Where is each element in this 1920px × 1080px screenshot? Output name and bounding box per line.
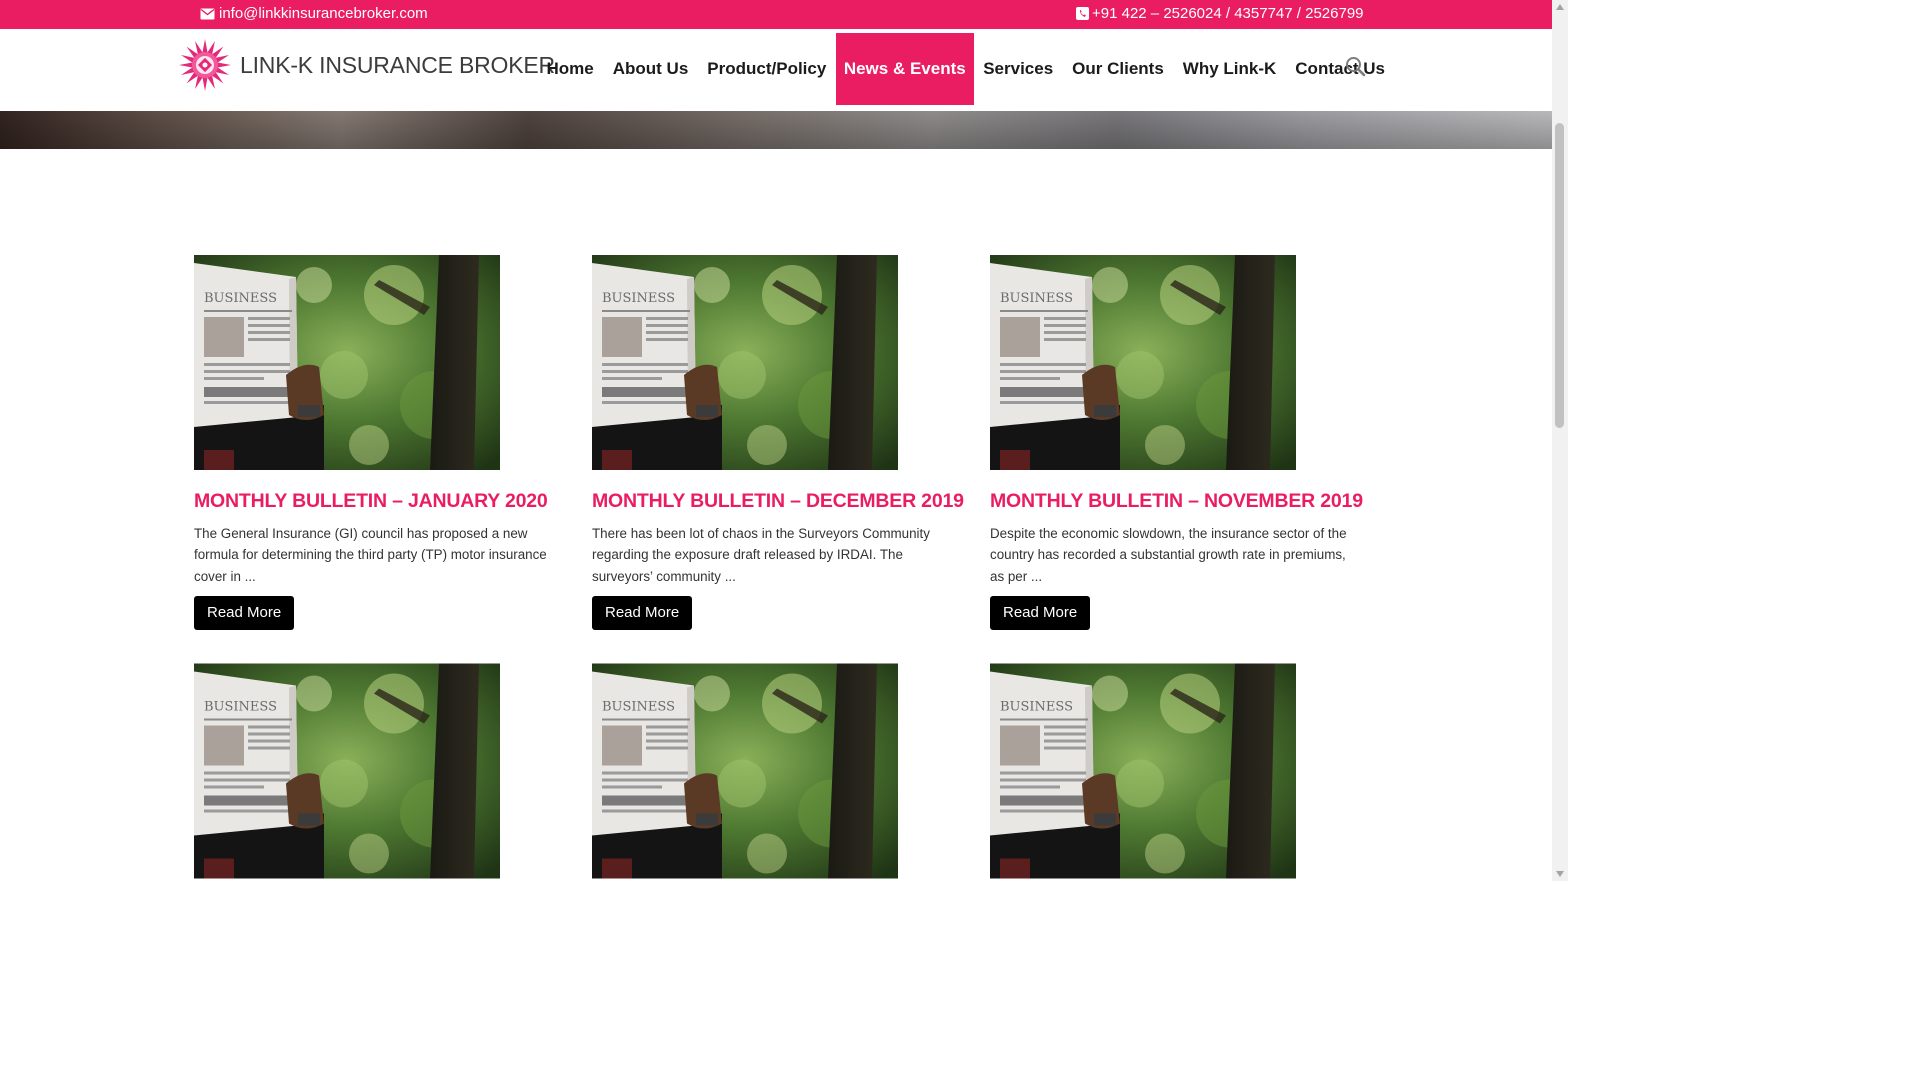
read-more-button[interactable]: Read More [990, 595, 1091, 630]
hero-banner-image [0, 111, 1552, 149]
post-thumbnail[interactable] [592, 663, 898, 879]
nav-why-link-k[interactable]: Why Link-K [1173, 33, 1286, 105]
nav-home[interactable]: Home [537, 33, 603, 105]
post-card [592, 663, 962, 879]
newspaper-image [592, 255, 898, 470]
newspaper-image [194, 663, 500, 879]
post-card [194, 663, 564, 879]
newspaper-image [990, 255, 1296, 470]
post-thumbnail[interactable] [194, 663, 500, 879]
contact-email[interactable]: info@linkkinsurancebroker.com [200, 5, 428, 22]
logo-flower-icon [179, 39, 231, 91]
scroll-down-arrow-icon[interactable] [1556, 871, 1564, 877]
hero-overlay [0, 111, 1552, 149]
phone-text[interactable]: +91 422 – 2526024 / 4357747 / 2526799 [1092, 5, 1364, 22]
post-thumbnail[interactable] [990, 255, 1296, 470]
scrollbar-thumb[interactable] [1555, 123, 1564, 428]
brand-name: LINK-K INSURANCE BROKER [240, 51, 555, 78]
post-thumbnail[interactable] [990, 663, 1296, 879]
post-excerpt: The General Insurance (GI) council has p… [194, 526, 547, 584]
nav-about-us[interactable]: About Us [603, 33, 698, 105]
nav-product-policy[interactable]: Product/Policy [698, 33, 836, 105]
email-text[interactable]: info@linkkinsurancebroker.com [219, 5, 428, 22]
scroll-up-arrow-icon[interactable] [1556, 4, 1564, 10]
site-logo[interactable]: LINK-K INSURANCE BROKER [178, 38, 555, 92]
post-title[interactable]: MONTHLY BULLETIN – NOVEMBER 2019 [990, 490, 1363, 513]
contact-phone[interactable]: +91 422 – 2526024 / 4357747 / 2526799 [1076, 5, 1364, 22]
read-more-button[interactable]: Read More [194, 595, 295, 630]
newspaper-image [592, 663, 898, 879]
post-title[interactable]: MONTHLY BULLETIN – DECEMBER 2019 [592, 490, 964, 513]
nav-contact-us[interactable]: Contact Us [1286, 33, 1395, 105]
phone-icon [1076, 7, 1089, 20]
read-more-button[interactable]: Read More [592, 595, 693, 630]
post-excerpt: There has been lot of chaos in the Surve… [592, 526, 930, 584]
nav-news-events[interactable]: News & Events [835, 33, 974, 105]
post-thumbnail[interactable] [194, 255, 500, 470]
nav-our-clients[interactable]: Our Clients [1063, 33, 1174, 105]
page-scrollbar[interactable] [1552, 0, 1568, 881]
newspaper-image [990, 663, 1296, 879]
post-thumbnail[interactable] [592, 255, 898, 470]
main-nav: Home About Us Product/Policy News & Even… [537, 33, 1395, 105]
search-icon[interactable] [1345, 56, 1367, 78]
top-contact-bar: info@linkkinsurancebroker.com +91 422 – … [0, 0, 1552, 29]
post-title[interactable]: MONTHLY BULLETIN – JANUARY 2020 [194, 490, 564, 513]
nav-services[interactable]: Services [974, 33, 1063, 105]
post-card: MONTHLY BULLETIN – JANUARY 2020 The Gene… [194, 255, 564, 630]
post-excerpt: Despite the economic slowdown, the insur… [990, 526, 1347, 584]
post-card [990, 663, 1360, 879]
post-card: MONTHLY BULLETIN – DECEMBER 2019 There h… [592, 255, 964, 630]
site-header: LINK-K INSURANCE BROKER Home About Us Pr… [0, 29, 1552, 111]
envelope-icon [200, 8, 215, 19]
newspaper-image [194, 255, 500, 470]
post-card: MONTHLY BULLETIN – NOVEMBER 2019 Despite… [990, 255, 1363, 630]
